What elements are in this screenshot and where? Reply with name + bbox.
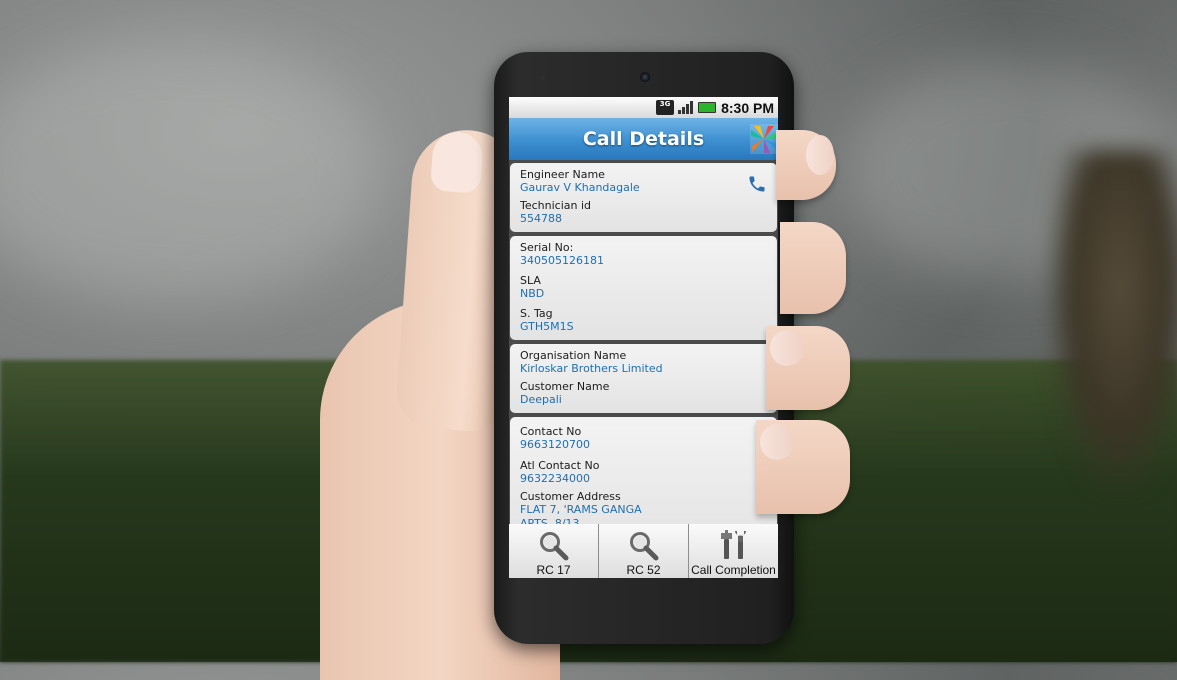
alt-contact-no-label: Atl Contact No bbox=[520, 459, 600, 472]
customer-address-line1: FLAT 7, 'RAMS GANGA bbox=[520, 503, 642, 516]
status-time: 8:30 PM bbox=[721, 99, 774, 116]
status-bar: 3G 8:30 PM bbox=[509, 97, 778, 118]
thumb-nail bbox=[429, 130, 485, 194]
customer-name-value: Deepali bbox=[520, 393, 562, 406]
customer-name-label: Customer Name bbox=[520, 380, 610, 393]
contact-no-value[interactable]: 9663120700 bbox=[520, 438, 767, 452]
proximity-sensor bbox=[540, 76, 545, 81]
organisation-name-label: Organisation Name bbox=[520, 349, 627, 362]
hand-finger bbox=[780, 222, 846, 314]
rc17-button[interactable]: RC 17 bbox=[509, 524, 599, 578]
finger-nail bbox=[760, 424, 794, 460]
technician-id-label: Technician id bbox=[520, 199, 592, 212]
serial-no-label: Serial No: bbox=[520, 241, 574, 254]
organisation-card: Organisation Name Kirloskar Brothers Lim… bbox=[510, 344, 777, 413]
serial-no-value: 340505126181 bbox=[520, 254, 604, 267]
phone-screen: 3G 8:30 PM Call Details Engineer Name Ga… bbox=[509, 97, 778, 578]
finger-nail bbox=[770, 330, 804, 366]
service-tag-value: GTH5M1S bbox=[520, 320, 574, 333]
details-list: Engineer Name Gaurav V Khandagale Techni… bbox=[509, 160, 778, 548]
3g-icon: 3G bbox=[656, 100, 675, 115]
rc17-label: RC 17 bbox=[536, 563, 571, 577]
magnifier-icon bbox=[629, 532, 658, 561]
signal-icon bbox=[677, 100, 695, 115]
page-title: Call Details bbox=[582, 128, 705, 150]
device-card: Serial No: 340505126181 SLA NBD S. Tag G… bbox=[510, 236, 777, 340]
sla-value: NBD bbox=[520, 287, 545, 300]
engineer-name-value: Gaurav V Khandagale bbox=[520, 181, 640, 194]
call-completion-label: Call Completion bbox=[691, 563, 776, 577]
background-cloud bbox=[0, 40, 380, 300]
battery-icon bbox=[698, 102, 717, 113]
organisation-name-value: Kirloskar Brothers Limited bbox=[520, 362, 663, 375]
tools-icon bbox=[720, 530, 746, 559]
contact-no-label: Contact No bbox=[520, 425, 582, 438]
sla-label: SLA bbox=[520, 274, 541, 287]
front-camera bbox=[640, 72, 650, 82]
phone-call-icon[interactable] bbox=[747, 174, 767, 194]
engineer-card: Engineer Name Gaurav V Khandagale Techni… bbox=[510, 163, 777, 232]
customer-address-label: Customer Address bbox=[520, 490, 621, 503]
app-logo-icon[interactable] bbox=[750, 124, 778, 154]
technician-id-value: 554788 bbox=[520, 212, 562, 225]
service-tag-label: S. Tag bbox=[520, 307, 553, 320]
background-blur-figure bbox=[1050, 150, 1177, 490]
magnifier-icon bbox=[539, 532, 568, 561]
alt-contact-no-value[interactable]: 9632234000 bbox=[520, 472, 767, 486]
rc52-label: RC 52 bbox=[626, 563, 661, 577]
rc52-button[interactable]: RC 52 bbox=[599, 524, 689, 578]
bottom-toolbar: RC 17 RC 52 Call Completion bbox=[509, 524, 778, 578]
title-bar: Call Details bbox=[509, 118, 778, 160]
finger-nail bbox=[806, 135, 834, 175]
engineer-name-label: Engineer Name bbox=[520, 168, 605, 181]
call-completion-button[interactable]: Call Completion bbox=[689, 524, 778, 578]
